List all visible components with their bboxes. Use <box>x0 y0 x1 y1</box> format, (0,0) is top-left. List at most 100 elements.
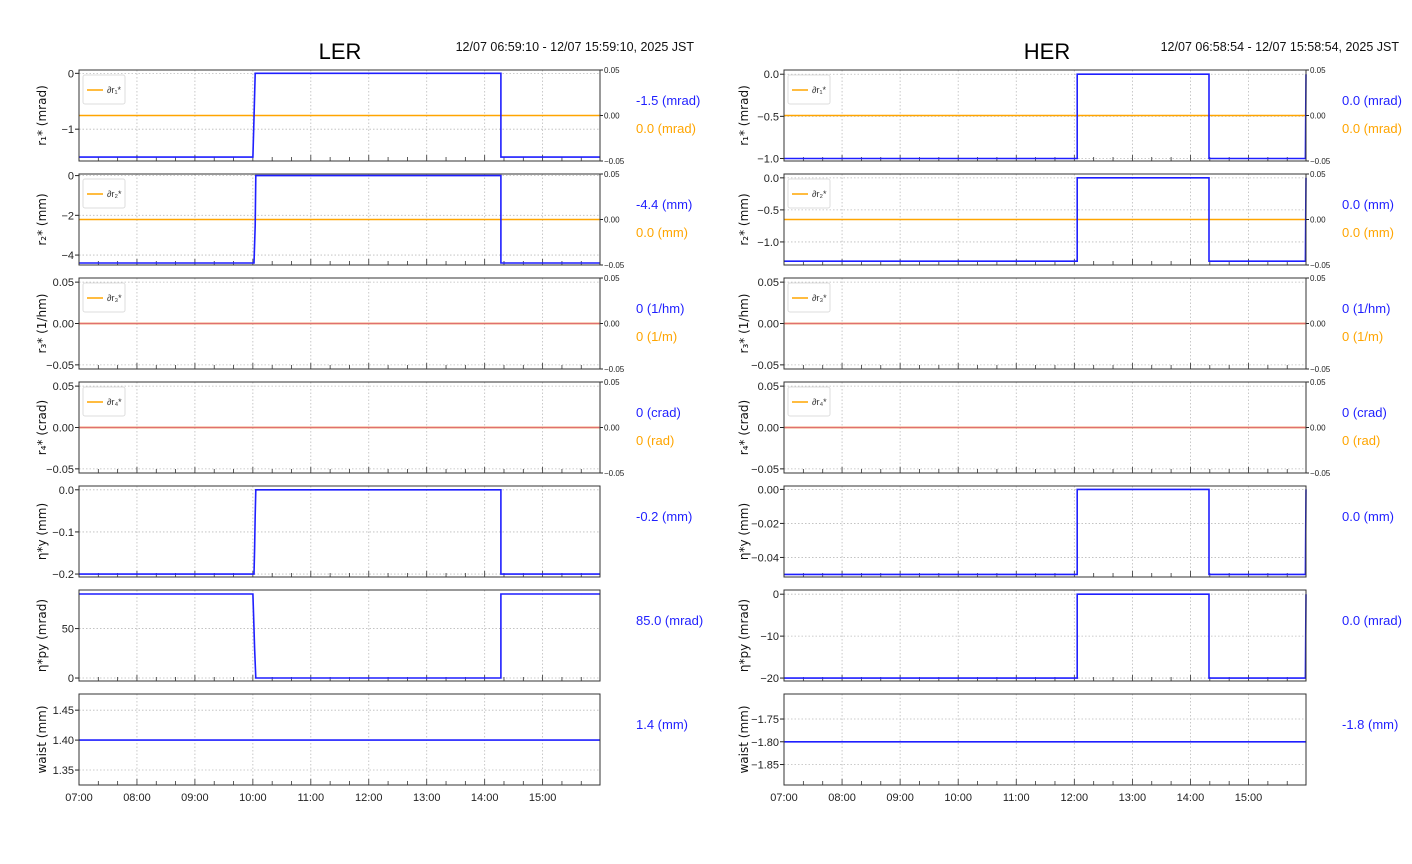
y-tick-label: 1.35 <box>53 765 74 777</box>
current-value-label: 0 (crad) <box>636 405 681 420</box>
current-value-label: 0 (1/hm) <box>636 301 684 316</box>
y-tick-label: −20 <box>760 673 779 685</box>
legend: ∂r₃* <box>82 282 126 313</box>
x-tick-label: 15:00 <box>529 792 557 804</box>
x-tick-label: 11:00 <box>297 792 324 804</box>
legend-label: ∂r₃* <box>107 293 122 303</box>
panel: 1.45 1.40 1.35 waist (mm) 1.4 (mm) 07:00 08:00… <box>35 693 688 804</box>
right-y-tick-label: 0.05 <box>1310 66 1326 75</box>
current-value-label: 1.4 (mm) <box>636 717 688 732</box>
delta-value-label: 0 (rad) <box>1342 433 1380 448</box>
y-tick-label: −10 <box>760 631 779 643</box>
series-line <box>79 593 600 679</box>
legend-label: ∂r₄* <box>107 397 122 407</box>
right-y-tick-label: 0.05 <box>604 66 620 75</box>
current-value-label: -0.2 (mm) <box>636 509 692 524</box>
x-tick-label: 14:00 <box>471 792 499 804</box>
y-tick-label: −0.04 <box>751 552 779 564</box>
right-y-tick-label: 0.00 <box>604 216 620 225</box>
y-tick-label: −0.02 <box>751 518 779 530</box>
time-range: 12/07 06:58:54 - 12/07 15:58:54, 2025 JS… <box>1161 40 1400 54</box>
right-y-tick-label: 0.05 <box>604 274 620 283</box>
y-tick-label: 0 <box>773 589 779 601</box>
panel: 50 0 η*py (mrad) 85.0 (mrad) <box>35 589 703 685</box>
y-tick-label: 0 <box>68 68 74 80</box>
legend: ∂r₁* <box>787 74 831 105</box>
x-tick-label: 12:00 <box>1061 792 1089 804</box>
y-tick-label: 50 <box>62 624 74 636</box>
y-tick-label: −0.05 <box>751 464 779 476</box>
y-tick-label: −0.5 <box>757 205 779 217</box>
y-tick-label: −1.75 <box>751 714 779 726</box>
current-value-label: 85.0 (mrad) <box>636 613 703 628</box>
y-tick-label: 0.0 <box>59 485 74 497</box>
plot-frame <box>783 485 1307 578</box>
y-tick-label: −0.05 <box>46 360 74 372</box>
x-tick-label: 09:00 <box>886 792 914 804</box>
y-tick-label: 1.45 <box>53 705 74 717</box>
current-value-label: 0.0 (mrad) <box>1342 613 1402 628</box>
x-tick-label: 13:00 <box>1119 792 1147 804</box>
y-axis-label: r₃* (1/hm) <box>737 294 751 354</box>
x-tick-label: 13:00 <box>413 792 441 804</box>
panel: 0.0 −0.5 −1.0 0.05 0.00 −0.05 ∂r₁* 0.0 (mrad) r₁… <box>737 66 1402 166</box>
plot-frame <box>783 693 1307 786</box>
y-tick-label: 0.00 <box>758 319 779 331</box>
panel: 0.0 −0.5 −1.0 0.05 0.00 −0.05 ∂r₂* 0.0 (mm) r₂* … <box>737 170 1394 270</box>
delta-value-label: 0 (1/m) <box>1342 329 1383 344</box>
chart-her: HER 12/07 06:58:54 - 12/07 15:58:54, 2025… <box>737 39 1402 804</box>
x-tick-label: 15:00 <box>1235 792 1263 804</box>
y-axis-label: waist (mm) <box>35 705 49 773</box>
x-tick-label: 10:00 <box>944 792 972 804</box>
right-y-tick-label: −0.05 <box>1310 261 1331 270</box>
legend-label: ∂r₂* <box>812 189 827 199</box>
current-value-label: 0 (crad) <box>1342 405 1387 420</box>
delta-value-label: 0 (1/m) <box>636 329 677 344</box>
legend: ∂r₁* <box>82 74 126 105</box>
x-tick-label: 11:00 <box>1003 792 1030 804</box>
y-tick-label: 0 <box>68 171 74 183</box>
y-axis-label: r₄* (crad) <box>35 400 49 455</box>
chart-ler: LER 12/07 06:59:10 - 12/07 15:59:10, 2025… <box>35 39 703 804</box>
legend-label: ∂r₄* <box>812 397 827 407</box>
current-value-label: -1.5 (mrad) <box>636 93 700 108</box>
x-tick-label: 09:00 <box>181 792 209 804</box>
y-tick-label: −2 <box>61 210 74 222</box>
right-y-tick-label: 0.00 <box>604 320 620 329</box>
plot-frame <box>783 589 1307 682</box>
delta-value-label: 0.0 (mrad) <box>1342 121 1402 136</box>
figure: LER 12/07 06:59:10 - 12/07 15:59:10, 2025… <box>35 39 1402 804</box>
x-tick-label: 12:00 <box>355 792 383 804</box>
y-tick-label: 0.00 <box>758 423 779 435</box>
right-y-tick-label: 0.05 <box>604 378 620 387</box>
right-y-tick-label: −0.05 <box>1310 365 1331 374</box>
y-axis-label: η*py (mrad) <box>35 599 49 672</box>
chart-title: LER <box>319 39 362 64</box>
x-tick-label: 08:00 <box>828 792 856 804</box>
panel: 0.05 0.00 −0.05 0.05 0.00 −0.05 ∂r₄* 0 (rad) r₄*… <box>737 378 1387 478</box>
plot-frame <box>78 485 601 578</box>
y-axis-label: r₁* (mrad) <box>35 85 49 146</box>
right-y-tick-label: 0.00 <box>604 112 620 121</box>
time-range: 12/07 06:59:10 - 12/07 15:59:10, 2025 JS… <box>456 40 695 54</box>
right-y-tick-label: 0.05 <box>1310 170 1326 179</box>
y-tick-label: 0.00 <box>53 319 74 331</box>
plot-frame <box>78 589 601 682</box>
y-tick-label: 0.05 <box>53 381 74 393</box>
right-y-tick-label: 0.00 <box>1310 320 1326 329</box>
panel: 0.00 −0.02 −0.04η*y (mm) 0.0 (mm) <box>737 484 1394 578</box>
y-axis-label: r₄* (crad) <box>737 400 751 455</box>
right-y-tick-label: −0.05 <box>604 261 625 270</box>
x-tick-label: 08:00 <box>123 792 151 804</box>
panel: 0 −2 −4 0.05 0.00 −0.05 ∂r₂* 0.0 (mm) r₂* (mm) -4… <box>35 170 692 270</box>
right-y-tick-label: −0.05 <box>604 365 625 374</box>
y-tick-label: −0.05 <box>46 464 74 476</box>
legend: ∂r₃* <box>787 282 831 313</box>
y-axis-label: r₂* (mm) <box>35 193 49 245</box>
panel: 0.05 0.00 −0.05 0.05 0.00 −0.05 ∂r₃* 0 (1/m) r₃*… <box>35 274 684 374</box>
y-axis-label: r₃* (1/hm) <box>35 294 49 354</box>
y-tick-label: −1.0 <box>757 153 779 165</box>
y-axis-label: r₁* (mrad) <box>737 85 751 146</box>
y-axis-label: η*py (mrad) <box>737 599 751 672</box>
right-y-tick-label: −0.05 <box>604 157 625 166</box>
